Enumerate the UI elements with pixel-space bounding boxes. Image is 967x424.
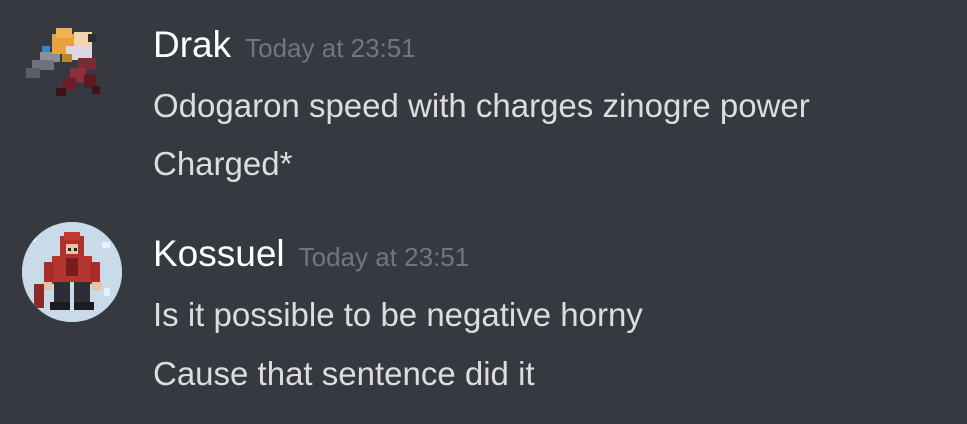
user-avatar[interactable] bbox=[22, 14, 122, 114]
pixel-character-avatar-icon bbox=[26, 28, 100, 96]
message-header: Kossuel Today at 23:51 bbox=[153, 233, 469, 275]
message-text-line: Cause that sentence did it bbox=[153, 355, 535, 392]
username[interactable]: Kossuel bbox=[153, 233, 285, 274]
user-avatar[interactable] bbox=[22, 222, 122, 322]
chat-message: Kossuel Today at 23:51 Is it possible to … bbox=[0, 210, 967, 424]
timestamp: Today at 23:51 bbox=[298, 242, 470, 272]
timestamp: Today at 23:51 bbox=[245, 33, 416, 63]
chat-message: Drak Today at 23:51 Odogaron speed with c… bbox=[0, 0, 967, 210]
message-text-line: Odogaron speed with charges zinogre powe… bbox=[153, 87, 810, 124]
username[interactable]: Drak bbox=[153, 24, 231, 65]
message-text-line: Charged* bbox=[153, 145, 293, 182]
message-text-line: Is it possible to be negative horny bbox=[153, 296, 643, 333]
pixel-character-avatar-icon bbox=[22, 222, 122, 322]
message-header: Drak Today at 23:51 bbox=[153, 24, 416, 66]
